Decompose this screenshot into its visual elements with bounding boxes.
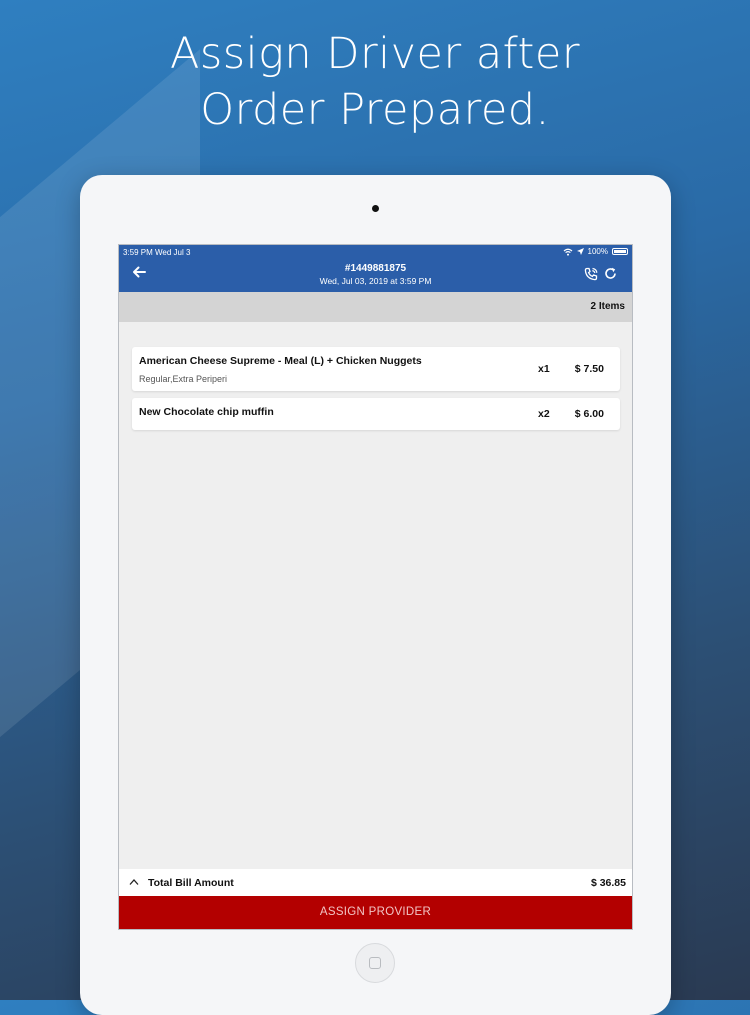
assign-provider-button[interactable]: ASSIGN PROVIDER <box>119 896 632 929</box>
item-options: Regular,Extra Periperi <box>139 374 228 384</box>
order-item: American Cheese Supreme - Meal (L) + Chi… <box>132 347 620 391</box>
headline-line-1: Assign Driver after <box>169 29 581 79</box>
item-quantity: x2 <box>538 408 550 420</box>
headline-line-2: Order Prepared. <box>200 85 550 135</box>
battery-icon <box>612 248 628 255</box>
items-summary-bar: 2 Items <box>119 292 632 322</box>
refresh-icon[interactable] <box>604 267 617 280</box>
wifi-icon <box>563 248 572 256</box>
tablet-frame: 3:59 PM Wed Jul 3 100% #1449881875 Wed, … <box>80 175 671 1015</box>
home-button[interactable] <box>355 943 395 983</box>
items-count: 2 Items <box>590 301 625 312</box>
camera-dot <box>372 205 379 212</box>
item-price: $ 7.50 <box>574 363 604 375</box>
total-bill-row[interactable]: Total Bill Amount $ 36.85 <box>119 869 632 896</box>
app-screen: 3:59 PM Wed Jul 3 100% #1449881875 Wed, … <box>118 244 633 930</box>
app-header: 3:59 PM Wed Jul 3 100% #1449881875 Wed, … <box>119 245 632 292</box>
item-quantity: x1 <box>538 363 550 375</box>
phone-call-icon[interactable] <box>584 267 598 281</box>
total-amount: $ 36.85 <box>590 877 626 889</box>
battery-percent: 100% <box>587 247 608 256</box>
chevron-up-icon[interactable] <box>129 878 139 886</box>
item-price: $ 6.00 <box>574 408 604 420</box>
total-label: Total Bill Amount <box>148 877 234 889</box>
status-indicators: 100% <box>563 247 628 256</box>
location-arrow-icon <box>576 248 584 255</box>
item-name: New Chocolate chip muffin <box>139 406 274 418</box>
order-id: #1449881875 <box>344 263 407 274</box>
status-time: 3:59 PM Wed Jul 3 <box>123 248 191 257</box>
home-square-icon <box>369 957 381 969</box>
item-name: American Cheese Supreme - Meal (L) + Chi… <box>139 355 422 367</box>
order-item: New Chocolate chip muffin x2 $ 6.00 <box>132 398 620 430</box>
order-date: Wed, Jul 03, 2019 at 3:59 PM <box>319 276 432 286</box>
promo-headline: Assign Driver after Order Prepared. <box>0 26 750 138</box>
